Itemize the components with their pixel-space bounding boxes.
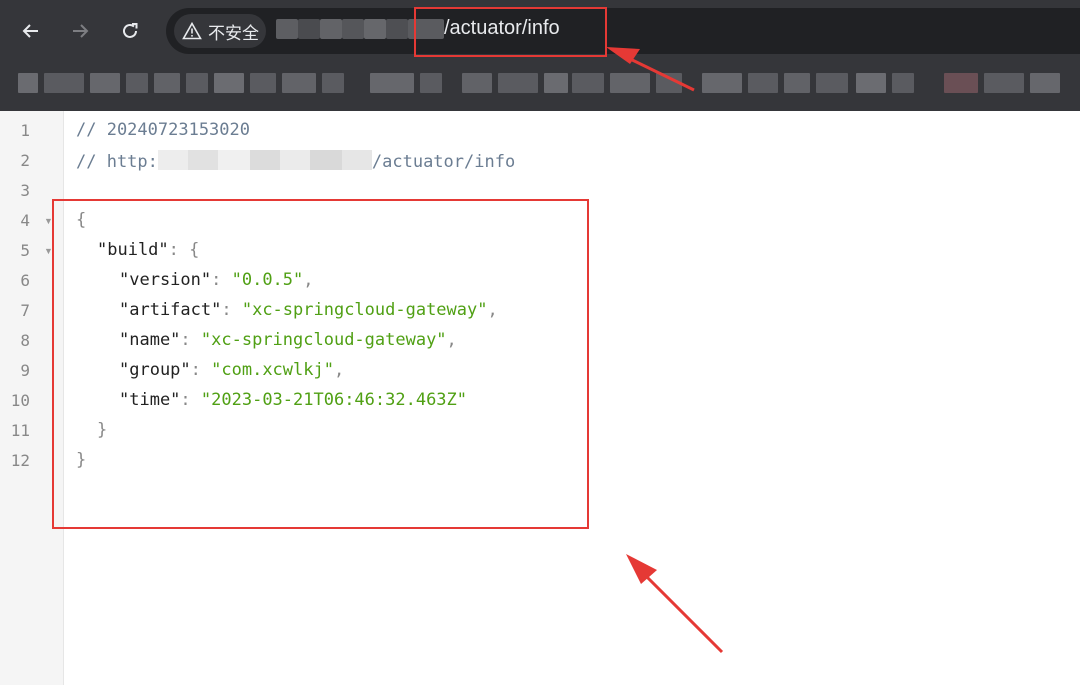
- arrow-to-json: [626, 554, 724, 654]
- annotation-arrows: [606, 47, 724, 654]
- arrow-to-url: [606, 47, 695, 92]
